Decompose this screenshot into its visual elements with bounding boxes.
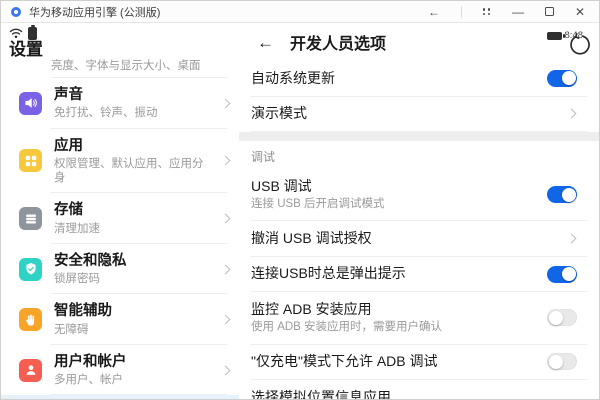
maximize-button[interactable]	[545, 7, 554, 16]
row-title: 自动系统更新	[251, 70, 535, 88]
rotate-icon	[567, 33, 591, 57]
window-title: 华为移动应用引擎 (公测版)	[29, 4, 160, 20]
toggle-switch[interactable]	[547, 70, 577, 87]
sidebar-item-subtitle: 清理加速	[54, 222, 214, 236]
chevron-right-icon	[221, 315, 231, 325]
back-arrow-icon[interactable]: ←	[257, 34, 274, 51]
page-title: 开发人员选项	[290, 30, 386, 54]
window-back-button[interactable]: ←	[428, 6, 440, 18]
chevron-right-icon	[567, 109, 577, 119]
row-title: 演示模式	[251, 105, 560, 123]
window-menu-icon[interactable]	[483, 8, 491, 15]
sidebar-list: 亮度、字体与显示大小、桌面 声音 免打扰、铃声、振动 应用 权限管理、默认应用、…	[1, 56, 239, 399]
section-label: 调试	[239, 141, 599, 169]
main-list: 自动系统更新 演示模式 调试 USB 调试 连接 USB 后开启调试模式 撤消 …	[239, 61, 599, 399]
row-title: 撤消 USB 调试授权	[251, 230, 560, 248]
sidebar-item-title: 安全和隐私	[54, 252, 214, 270]
sidebar-item-user[interactable]: 用户和帐户 多用户、帐户	[1, 345, 239, 396]
chevron-right-icon	[221, 98, 231, 108]
sidebar-item-phone[interactable]: 系统 系统导航方式、关于手机、语言和输入法、日期和时间	[1, 395, 239, 399]
chevron-right-icon	[221, 156, 231, 166]
shield-icon	[19, 258, 42, 281]
sidebar-item-subtitle: 无障碍	[54, 323, 214, 337]
sidebar-item-title: 应用	[54, 137, 214, 155]
app-window: 华为移动应用引擎 (公测版) ← — ✕ 设置 亮度	[0, 0, 600, 400]
window-titlebar: 华为移动应用引擎 (公测版) ← — ✕	[1, 1, 599, 23]
toggle-switch[interactable]	[547, 186, 577, 203]
row-subtitle: 使用 ADB 安装应用时，需要用户确认	[251, 321, 535, 335]
settings-row[interactable]: 监控 ADB 安装应用 使用 ADB 安装应用时，需要用户确认	[251, 292, 587, 344]
battery-icon	[547, 32, 562, 40]
sidebar-item-subtitle: 亮度、字体与显示大小、桌面	[51, 57, 201, 73]
speaker-icon	[19, 92, 42, 115]
settings-row[interactable]: 撤消 USB 调试授权	[251, 221, 587, 257]
sidebar-item-title: 存储	[54, 201, 214, 219]
sidebar-item-subtitle: 权限管理、默认应用、应用分身	[54, 157, 214, 186]
storage-icon	[19, 207, 42, 230]
sidebar-item-shield[interactable]: 安全和隐私 锁屏密码	[1, 244, 239, 295]
settings-sidebar: 设置 亮度、字体与显示大小、桌面 声音 免打扰、铃声、振动 应用 权限管理、默认…	[1, 23, 239, 399]
chevron-right-icon	[221, 214, 231, 224]
chevron-right-icon	[221, 264, 231, 274]
titlebar-divider	[461, 6, 462, 18]
close-button[interactable]: ✕	[575, 6, 585, 18]
sidebar-item-title: 智能辅助	[54, 302, 214, 320]
hand-icon	[19, 308, 42, 331]
sidebar-item-subtitle: 免打扰、铃声、振动	[54, 106, 214, 120]
row-title: 选择模拟位置信息应用	[251, 389, 560, 399]
minimize-button[interactable]: —	[512, 6, 524, 18]
row-title: 监控 ADB 安装应用	[251, 301, 535, 319]
settings-row[interactable]: 演示模式	[251, 97, 587, 133]
settings-row[interactable]: 连接USB时总是弹出提示	[251, 257, 587, 293]
toggle-switch[interactable]	[547, 266, 577, 283]
user-icon	[19, 359, 42, 382]
row-title: "仅充电"模式下允许 ADB 调试	[251, 353, 535, 371]
sidebar-item-display-partial[interactable]: 亮度、字体与显示大小、桌面	[1, 56, 239, 78]
developer-options-panel: ← 开发人员选项 8:48 自动系统更新 演示模式	[239, 23, 599, 399]
sidebar-item-subtitle: 多用户、帐户	[54, 373, 214, 387]
sidebar-item-app-grid[interactable]: 应用 权限管理、默认应用、应用分身	[1, 129, 239, 194]
row-subtitle: 连接 USB 后开启调试模式	[251, 198, 535, 212]
settings-row[interactable]: "仅充电"模式下允许 ADB 调试	[251, 345, 587, 381]
app-logo-icon	[11, 7, 21, 17]
chevron-right-icon	[221, 365, 231, 375]
sidebar-item-speaker[interactable]: 声音 免打扰、铃声、振动	[1, 78, 239, 129]
sidebar-item-title: 声音	[54, 86, 214, 104]
settings-row[interactable]: 选择模拟位置信息应用 未设置	[251, 380, 587, 399]
row-title: 连接USB时总是弹出提示	[251, 265, 535, 283]
settings-row[interactable]: USB 调试 连接 USB 后开启调试模式	[251, 169, 587, 221]
sidebar-item-storage[interactable]: 存储 清理加速	[1, 193, 239, 244]
sidebar-item-hand[interactable]: 智能辅助 无障碍	[1, 294, 239, 345]
sidebar-item-subtitle: 锁屏密码	[54, 272, 214, 286]
panel-header: ← 开发人员选项 8:48	[239, 23, 599, 61]
toggle-switch[interactable]	[547, 309, 577, 326]
section-divider	[239, 132, 599, 141]
app-grid-icon	[19, 149, 42, 172]
sidebar-header: 设置	[1, 23, 239, 56]
toggle-switch[interactable]	[547, 353, 577, 370]
row-title: USB 调试	[251, 178, 535, 196]
sidebar-item-title: 用户和帐户	[54, 353, 214, 371]
chevron-right-icon	[567, 234, 577, 244]
settings-row[interactable]: 自动系统更新	[251, 61, 587, 97]
